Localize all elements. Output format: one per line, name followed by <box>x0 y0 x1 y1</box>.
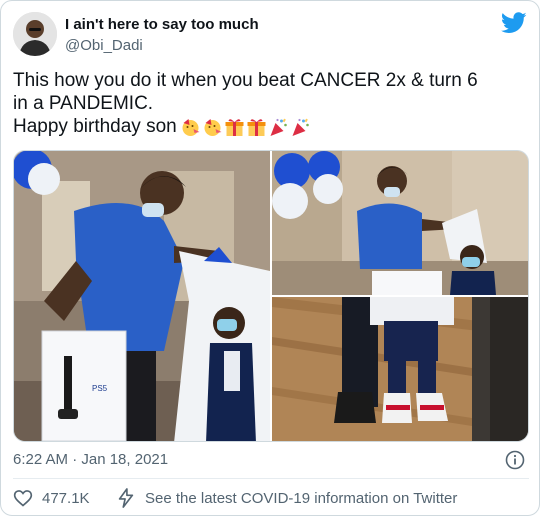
media-grid: PS5 <box>13 150 529 442</box>
face-with-party-horn-icon <box>204 118 222 136</box>
face-with-party-horn-icon <box>182 118 200 136</box>
wrapped-gift-icon <box>225 119 244 136</box>
tweet-timestamp[interactable]: 6:22 AM · Jan 18, 2021 <box>13 451 168 468</box>
wrapped-gift-icon <box>247 119 266 136</box>
photo-1[interactable]: PS5 <box>14 151 270 441</box>
tweet-text-line-3-label: Happy birthday son <box>13 116 177 137</box>
photo-3[interactable] <box>272 297 528 441</box>
tweet-card: I ain't here to say too much @Obi_Dadi T… <box>0 0 540 516</box>
party-popper-icon <box>270 118 287 136</box>
like-button[interactable]: 477.1K <box>13 488 90 508</box>
lightning-bolt-icon <box>118 488 134 508</box>
heart-icon <box>13 490 33 507</box>
author-handle[interactable]: @Obi_Dadi <box>65 37 143 54</box>
ps5-box-label: PS5 <box>92 384 108 393</box>
tweet-text-line-2: in a PANDEMIC. <box>13 93 154 114</box>
photo-2[interactable] <box>272 151 528 295</box>
tweet-text-line-1: This how you do it when you beat CANCER … <box>13 70 478 91</box>
author-name[interactable]: I ain't here to say too much <box>65 16 259 33</box>
covid-info-link[interactable]: See the latest COVID-19 information on T… <box>117 488 457 508</box>
emoji-row <box>180 117 311 137</box>
tweet-text-line-3: Happy birthday son <box>13 115 529 138</box>
twitter-bird-icon[interactable] <box>501 12 527 34</box>
like-count: 477.1K <box>42 489 90 507</box>
party-popper-icon <box>292 118 309 136</box>
avatar[interactable] <box>13 12 57 56</box>
info-icon[interactable] <box>505 450 525 470</box>
divider <box>13 478 529 479</box>
covid-info-label: See the latest COVID-19 information on T… <box>145 489 458 507</box>
tweet-text: This how you do it when you beat CANCER … <box>13 69 529 138</box>
